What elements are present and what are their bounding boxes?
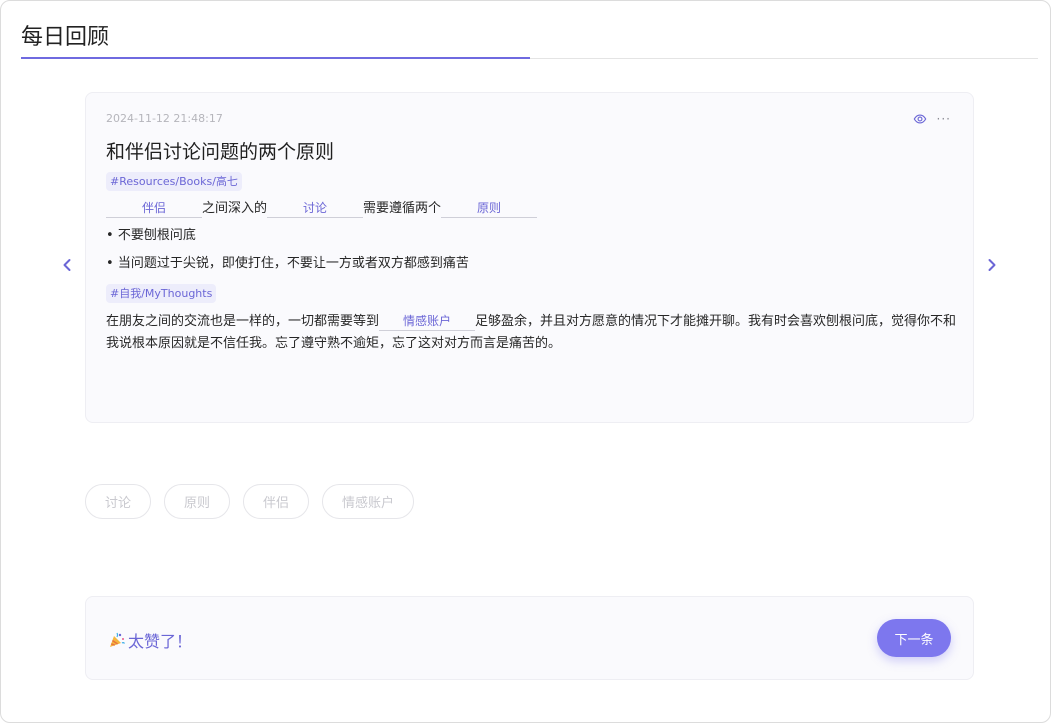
cloze-text: 需要遵循两个: [363, 201, 442, 216]
next-button[interactable]: 下一条: [877, 619, 951, 657]
bullet-item: • 当问题过于尖锐，即使打住，不要让一方或者双方都感到痛苦: [106, 256, 469, 271]
note-paragraph: 在朋友之间的交流也是一样的，一切都需要等到 情感账户 足够盈余，并且对方愿意的情况下…: [106, 311, 958, 355]
note-card: 2024-11-12 21:48:17 ··· 和伴侣讨论问题的两个原则 #Re…: [85, 92, 974, 423]
more-icon[interactable]: ···: [937, 113, 951, 125]
note-tag[interactable]: #Resources/Books/高七: [106, 172, 242, 191]
bullet-text: 不要刨根问底: [117, 228, 196, 243]
paragraph-text: 在朋友之间的交流也是一样的，一切都需要等到: [106, 314, 380, 329]
cloze-text: 之间深入的: [202, 201, 268, 216]
note-title: 和伴侣讨论问题的两个原则: [106, 141, 335, 163]
cloze-line: 伴侣 之间深入的 讨论 需要遵循两个 原则: [106, 199, 538, 218]
answer-chip[interactable]: 原则: [164, 484, 231, 519]
page-title: 每日回顾: [21, 25, 110, 50]
note-timestamp: 2024-11-12 21:48:17: [106, 112, 223, 125]
eye-icon[interactable]: [913, 112, 927, 126]
result-bar: 太赞了！ 下一条: [85, 596, 974, 680]
chevron-left-icon[interactable]: [59, 257, 75, 273]
bullet-text: 当问题过于尖锐，即使打住，不要让一方或者双方都感到痛苦: [117, 256, 469, 271]
answer-chip[interactable]: 伴侣: [243, 484, 310, 519]
chevron-right-icon[interactable]: [984, 257, 1000, 273]
title-active-indicator: [21, 57, 530, 59]
app-window: 每日回顾 2024-11-12 21:48:17 ··· 和伴侣讨论问题的两个原…: [0, 0, 1051, 723]
party-popper-icon: [110, 632, 125, 647]
cloze-blank[interactable]: 伴侣: [106, 199, 202, 218]
cloze-blank[interactable]: 讨论: [267, 199, 364, 218]
bullet-item: • 不要刨根问底: [106, 228, 196, 243]
note-tag[interactable]: #自我/MyThoughts: [106, 284, 217, 303]
cloze-blank[interactable]: 原则: [441, 199, 538, 218]
answer-chips: 讨论 原则 伴侣 情感账户: [85, 484, 415, 519]
cloze-blank[interactable]: 情感账户: [379, 312, 476, 331]
card-actions: ···: [913, 112, 951, 126]
answer-chip[interactable]: 讨论: [85, 484, 152, 519]
congrats-message: 太赞了！: [108, 628, 192, 652]
congrats-text: 太赞了！: [128, 632, 193, 651]
answer-chip[interactable]: 情感账户: [322, 484, 415, 519]
